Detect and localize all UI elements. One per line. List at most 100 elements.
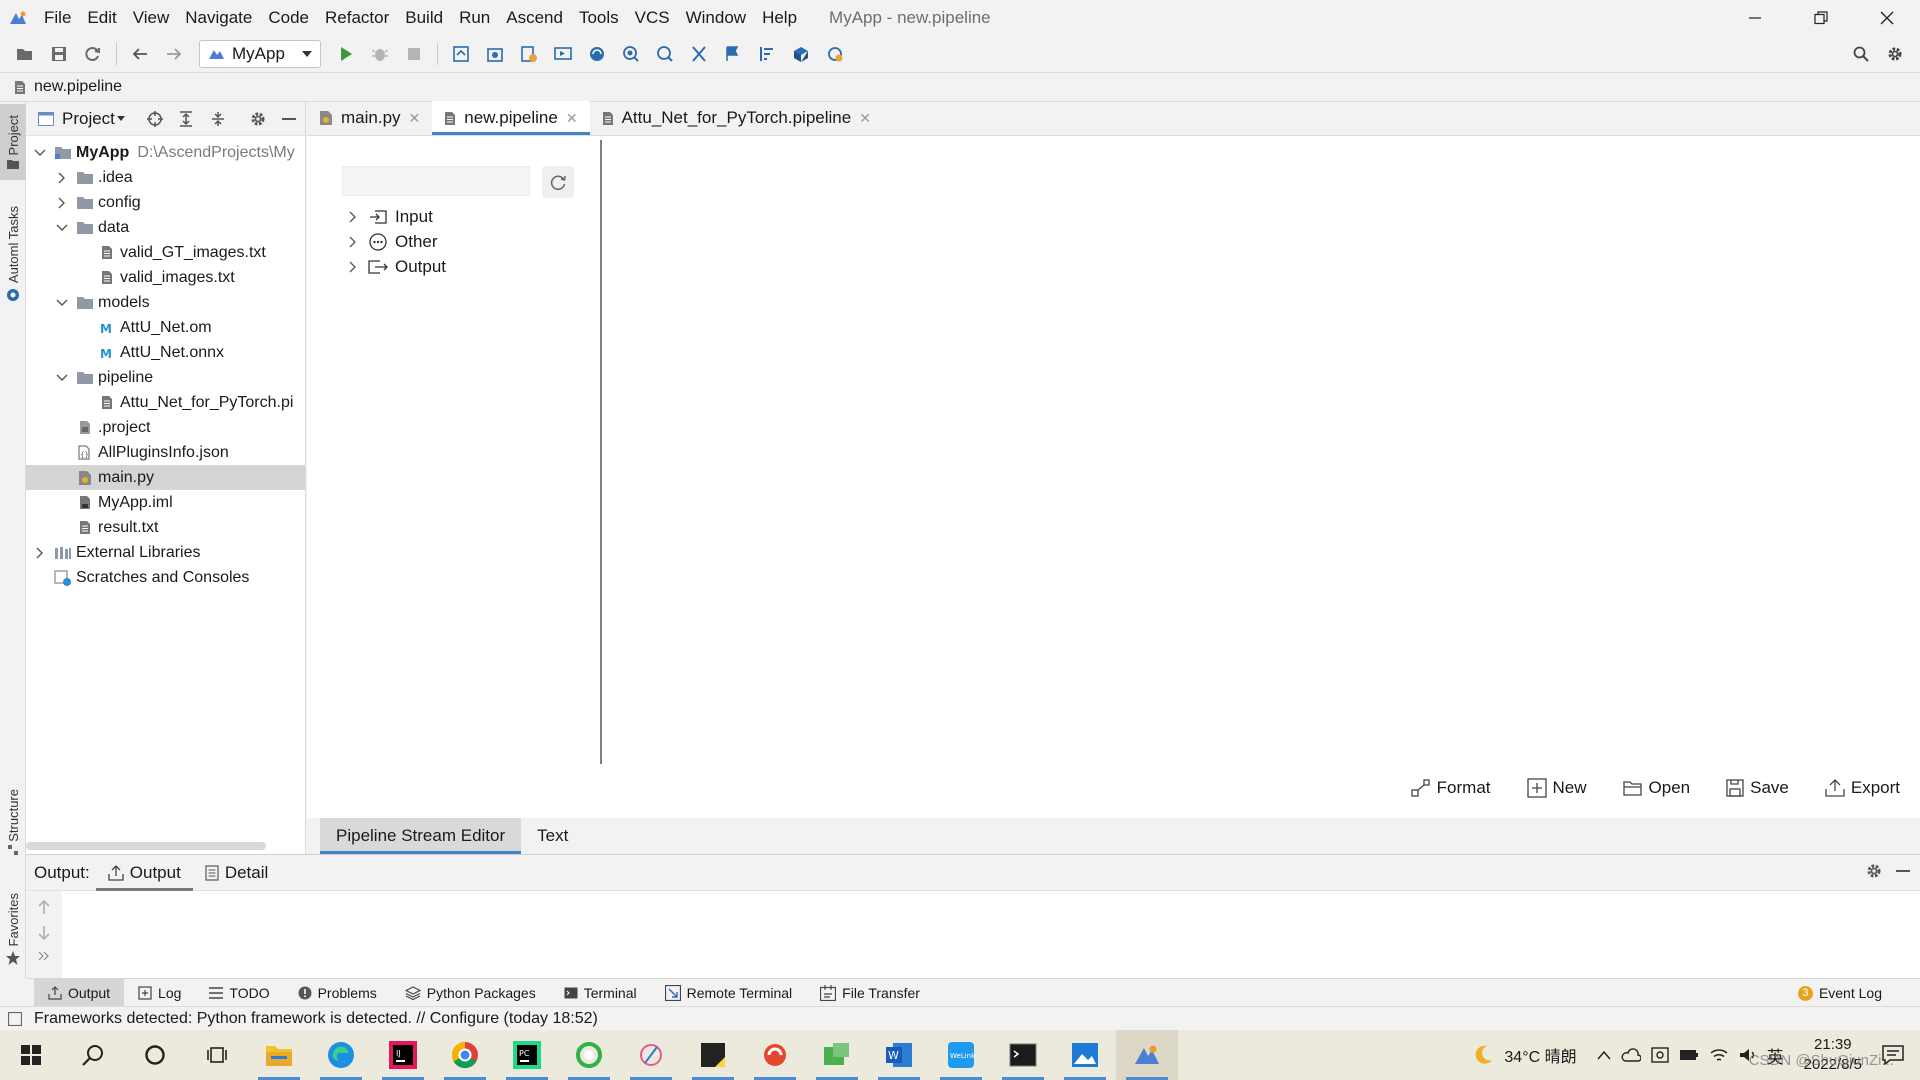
project-tree-item[interactable]: MyApp D:\AscendProjects\My — [26, 140, 305, 165]
menu-help[interactable]: Help — [754, 0, 805, 36]
stop-button[interactable] — [397, 39, 431, 69]
locate-file-button[interactable] — [139, 110, 171, 127]
taskbar-app-ring[interactable] — [558, 1030, 620, 1080]
panel-toggle-icon[interactable] — [8, 1011, 22, 1026]
onedrive-icon[interactable] — [1621, 1048, 1641, 1062]
project-view-select[interactable]: Project — [38, 109, 125, 129]
close-tab-icon[interactable]: ✕ — [409, 110, 421, 127]
output-hide-button[interactable] — [1896, 863, 1910, 879]
project-tree-item[interactable]: result.txt — [26, 515, 305, 540]
close-tab-icon[interactable]: ✕ — [566, 110, 578, 127]
tab-pipeline-stream-editor[interactable]: Pipeline Stream Editor — [320, 818, 522, 854]
sync-button[interactable] — [76, 39, 110, 69]
cortana-button[interactable] — [124, 1030, 186, 1080]
save-all-button[interactable] — [42, 39, 76, 69]
taskbar-app-green-box[interactable] — [806, 1030, 868, 1080]
menu-edit[interactable]: Edit — [79, 0, 124, 36]
hide-panel-button[interactable] — [273, 117, 305, 120]
palette-group-output[interactable]: Output — [345, 254, 446, 279]
taskbar-word[interactable]: W — [868, 1030, 930, 1080]
tool-tab-file-transfer[interactable]: File Transfer — [806, 979, 934, 1006]
favorites-tool-tab[interactable]: Favorites — [0, 882, 26, 976]
ascend-tool-2-button[interactable] — [478, 39, 512, 69]
taskbar-photos[interactable] — [1054, 1030, 1116, 1080]
ascend-tool-8-button[interactable] — [682, 39, 716, 69]
taskbar-terminal[interactable] — [992, 1030, 1054, 1080]
run-button[interactable] — [329, 39, 363, 69]
tool-tab-log[interactable]: Log — [124, 979, 195, 1006]
battery-icon[interactable] — [1679, 1049, 1699, 1061]
project-tool-tab[interactable]: Project — [0, 104, 26, 180]
structure-tool-tab[interactable]: Structure — [0, 778, 26, 866]
close-tab-icon[interactable]: ✕ — [859, 110, 871, 127]
back-button[interactable] — [123, 39, 157, 69]
search-everywhere-button[interactable] — [1844, 39, 1878, 69]
task-view-button[interactable] — [186, 1030, 248, 1080]
project-tree-item[interactable]: MyApp.iml — [26, 490, 305, 515]
close-window-button[interactable] — [1854, 0, 1920, 36]
chevron-right-icon[interactable] — [54, 172, 70, 184]
format-button[interactable]: Format — [1411, 778, 1491, 798]
chevron-right-icon[interactable] — [54, 197, 70, 209]
tool-tab-terminal[interactable]: Terminal — [550, 979, 651, 1006]
scroll-down-button[interactable] — [37, 925, 51, 941]
palette-group-other[interactable]: Other — [345, 229, 438, 254]
project-tree-item[interactable]: pipeline — [26, 365, 305, 390]
taskbar-app-feather[interactable] — [620, 1030, 682, 1080]
chevron-down-icon[interactable] — [54, 299, 70, 307]
tool-tab-remote-terminal[interactable]: Remote Terminal — [651, 979, 807, 1006]
project-tree-item[interactable]: Attu_Net_for_PyTorch.pi — [26, 390, 305, 415]
forward-button[interactable] — [157, 39, 191, 69]
minimize-button[interactable] — [1722, 0, 1788, 36]
tool-tab-python-packages[interactable]: Python Packages — [391, 979, 550, 1006]
menu-view[interactable]: View — [125, 0, 178, 36]
ascend-tool-5-button[interactable] — [580, 39, 614, 69]
menu-build[interactable]: Build — [397, 0, 451, 36]
taskbar-file-explorer[interactable] — [248, 1030, 310, 1080]
ascend-tool-12-button[interactable] — [818, 39, 852, 69]
menu-run[interactable]: Run — [451, 0, 498, 36]
debug-button[interactable] — [363, 39, 397, 69]
security-icon[interactable] — [1650, 1047, 1669, 1063]
chevron-down-icon[interactable] — [54, 224, 70, 232]
expand-all-button[interactable] — [171, 110, 203, 127]
ascend-tool-4-button[interactable] — [546, 39, 580, 69]
tool-tab-todo[interactable]: TODO — [195, 979, 283, 1006]
menu-navigate[interactable]: Navigate — [177, 0, 260, 36]
start-button[interactable] — [0, 1030, 62, 1080]
output-settings-button[interactable] — [1866, 863, 1882, 879]
chevron-down-icon[interactable] — [32, 149, 48, 157]
menu-vcs[interactable]: VCS — [627, 0, 678, 36]
taskbar-edge[interactable] — [310, 1030, 372, 1080]
restore-button[interactable] — [1788, 0, 1854, 36]
settings-button[interactable] — [1878, 39, 1912, 69]
tool-tab-output[interactable]: Output — [34, 979, 125, 1006]
project-tree-item[interactable]: .idea — [26, 165, 305, 190]
save-button[interactable]: Save — [1726, 778, 1789, 798]
ascend-tool-11-button[interactable] — [784, 39, 818, 69]
scroll-up-button[interactable] — [37, 899, 51, 915]
project-tree-item[interactable]: External Libraries — [26, 540, 305, 565]
event-log-button[interactable]: 3 Event Log — [1797, 979, 1882, 1007]
project-tree-item[interactable]: main.py — [26, 465, 305, 490]
menu-ascend[interactable]: Ascend — [498, 0, 571, 36]
chevron-down-icon[interactable] — [54, 374, 70, 382]
menu-code[interactable]: Code — [260, 0, 317, 36]
menu-window[interactable]: Window — [678, 0, 754, 36]
export-button[interactable]: Export — [1825, 778, 1900, 798]
project-options-button[interactable] — [242, 111, 274, 127]
taskbar-myapp-ide[interactable] — [1116, 1030, 1178, 1080]
menu-file[interactable]: File — [36, 0, 79, 36]
taskbar-intellij[interactable]: IJ — [372, 1030, 434, 1080]
ascend-tool-7-button[interactable] — [648, 39, 682, 69]
tool-tab-problems[interactable]: Problems — [284, 979, 391, 1006]
project-tree-item[interactable]: valid_images.txt — [26, 265, 305, 290]
refresh-plugins-button[interactable] — [542, 166, 574, 198]
ascend-tool-3-button[interactable] — [512, 39, 546, 69]
project-tree-item[interactable]: M AttU_Net.onnx — [26, 340, 305, 365]
project-tree-item[interactable]: models — [26, 290, 305, 315]
project-tree-item[interactable]: data — [26, 215, 305, 240]
weather-label[interactable]: 34°C 晴朗 — [1504, 1043, 1576, 1067]
chevron-up-icon[interactable] — [1597, 1050, 1611, 1060]
open-folder-button[interactable] — [8, 39, 42, 69]
